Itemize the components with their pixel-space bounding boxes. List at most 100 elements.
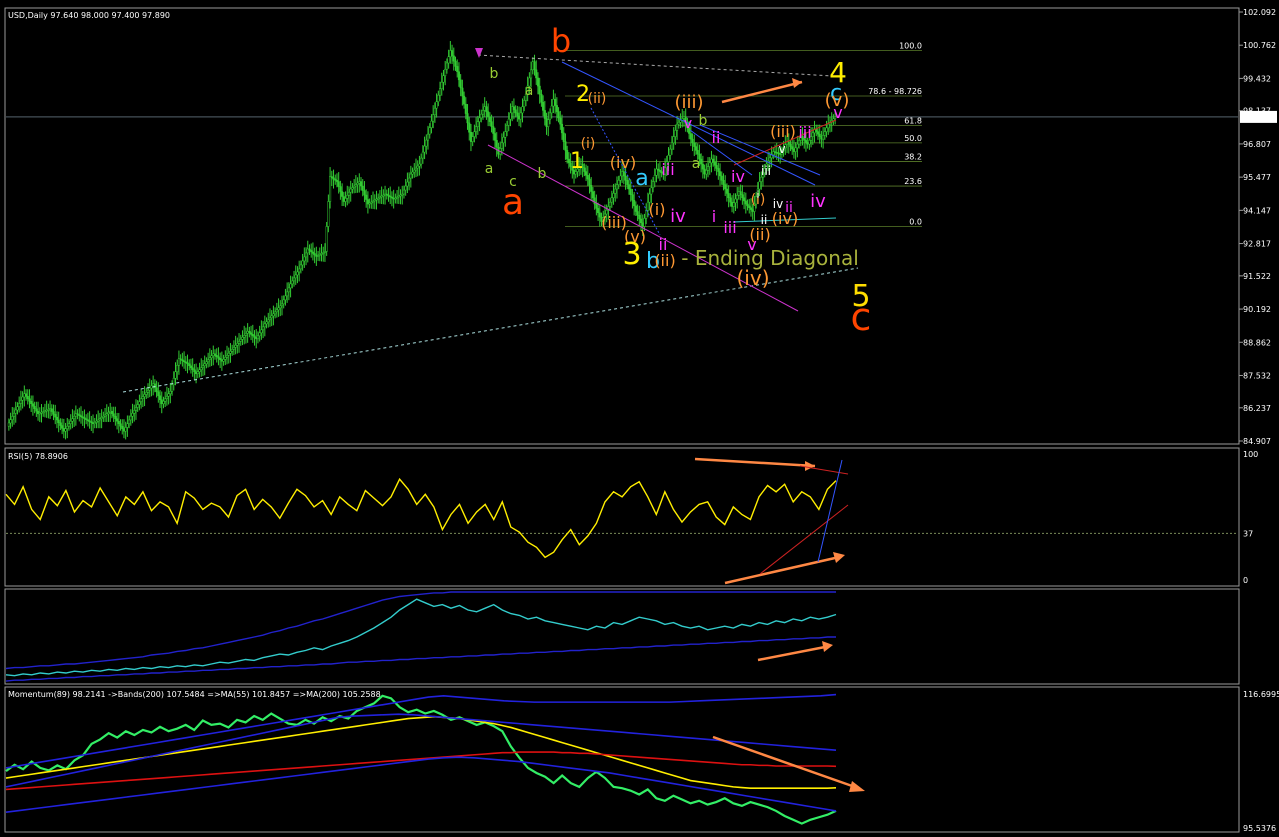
price-tick-label: 99.432: [1243, 74, 1271, 83]
wave-label: (ii): [749, 225, 770, 244]
wave-label: (iii): [770, 122, 796, 141]
price-tick-label: 86.237: [1243, 404, 1271, 413]
candle-body: [289, 283, 292, 289]
candle-body: [368, 202, 371, 205]
candle-body: [260, 329, 263, 334]
candle-body: [359, 181, 363, 187]
candle-body: [306, 248, 309, 254]
candle-body: [732, 202, 735, 207]
candle-body: [354, 184, 357, 187]
candle-body: [347, 191, 351, 196]
candle-body: [248, 331, 251, 334]
candle-body: [292, 277, 296, 282]
rsi-panel-label: RSI(5) 78.8906: [8, 452, 68, 461]
candle-body: [171, 384, 174, 392]
candle-body: [179, 358, 182, 361]
candle-body: [356, 182, 359, 185]
candle-body: [806, 141, 809, 145]
wave-label: iv: [810, 191, 826, 212]
candle-body: [731, 201, 734, 207]
candle-body: [655, 168, 658, 176]
candle-body: [64, 428, 67, 432]
wave-label: v: [833, 103, 842, 122]
candle-body: [466, 113, 469, 124]
candle-body: [152, 383, 155, 387]
candle-body: [734, 198, 737, 204]
candle-body: [37, 410, 40, 414]
candle-body: [358, 181, 361, 184]
candle-body: [237, 341, 241, 344]
candle-body: [493, 133, 497, 141]
candle-body: [706, 166, 710, 171]
candle-body: [504, 131, 507, 138]
candle-body: [533, 61, 536, 71]
candle-body: [382, 194, 385, 197]
candle-body: [729, 197, 732, 203]
candle-body: [97, 419, 100, 422]
candle-body: [564, 141, 567, 151]
candle-body: [708, 162, 711, 167]
candle-body: [559, 117, 562, 125]
candle-body: [189, 365, 193, 369]
wave-label: iii: [723, 218, 736, 237]
candle-body: [440, 81, 443, 89]
candle-body: [280, 303, 284, 307]
fib-level-label: 0.0: [909, 217, 922, 226]
candle-body: [552, 98, 555, 107]
candle-body: [514, 109, 517, 114]
candle-body: [693, 142, 696, 147]
candle-body: [31, 403, 34, 407]
candle-body: [394, 197, 397, 200]
candle-body: [104, 414, 107, 417]
candle-body: [385, 193, 388, 196]
candle-body: [203, 363, 206, 367]
candle-body: [627, 184, 631, 190]
last-price-label: 97.890: [1243, 113, 1271, 122]
candle-body: [701, 163, 704, 170]
candle-body: [500, 142, 503, 149]
candle-body: [545, 118, 548, 127]
candle-body: [213, 353, 217, 356]
candle-body: [83, 417, 86, 419]
candle-body: [329, 176, 332, 202]
candle-body: [749, 207, 753, 210]
candle-body: [437, 94, 440, 102]
candle-body: [50, 408, 53, 412]
candle-body: [390, 196, 393, 199]
candle-body: [775, 151, 778, 154]
price-tick-label: 88.862: [1243, 338, 1271, 347]
candle-body: [633, 200, 636, 207]
candle-body: [246, 331, 249, 334]
candle-body: [93, 422, 96, 424]
candle-body: [49, 408, 52, 410]
candle-body: [45, 409, 48, 412]
candle-body: [557, 111, 560, 119]
candle-body: [124, 427, 127, 432]
candle-body: [591, 191, 594, 199]
candle-body: [475, 126, 478, 132]
rsi-panel: [4, 447, 1240, 587]
candle-body: [418, 163, 421, 167]
wave-label: a: [485, 161, 494, 177]
candle-body: [298, 268, 301, 273]
candle-body: [299, 264, 302, 270]
candle-body: [258, 332, 261, 337]
candle-body: [550, 105, 553, 114]
candle-body: [507, 118, 510, 126]
candle-body: [588, 178, 591, 186]
candle-body: [76, 413, 79, 415]
candle-body: [713, 161, 716, 166]
candle-body: [79, 415, 83, 417]
candle-body: [639, 218, 643, 223]
fib-level-label: 100.0: [899, 41, 922, 50]
candle-body: [224, 357, 227, 360]
candle-body: [351, 187, 354, 190]
candle-body: [447, 56, 450, 64]
candle-body: [540, 93, 543, 103]
candle-body: [52, 411, 55, 415]
candle-body: [54, 414, 57, 418]
candle-body: [700, 158, 703, 165]
candle-body: [511, 106, 514, 114]
candle-body: [459, 79, 462, 89]
candle-body: [636, 211, 639, 216]
